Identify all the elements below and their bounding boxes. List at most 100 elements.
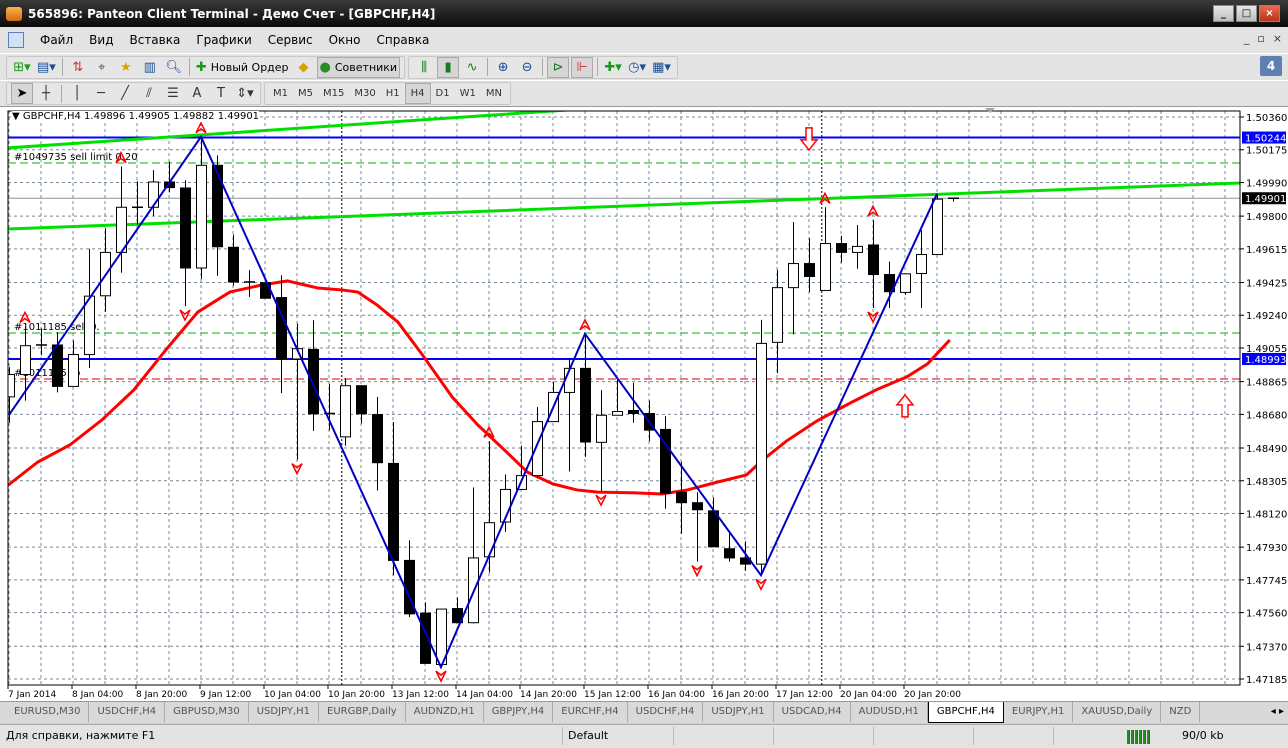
templates-icon[interactable]: ▦▾ <box>650 57 673 78</box>
chart-tab[interactable]: EURUSD,M30 <box>6 702 90 722</box>
crosshair-icon[interactable]: ┼ <box>35 83 57 104</box>
timeframe-m5[interactable]: M5 <box>293 83 318 104</box>
menu-window[interactable]: Окно <box>321 33 369 47</box>
timeframe-m1[interactable]: M1 <box>268 83 293 104</box>
price-axis-label: 1.47930 <box>1246 543 1287 554</box>
zoom-in-icon[interactable]: ⊕ <box>492 57 514 78</box>
time-axis-label: 16 Jan 20:00 <box>712 690 769 700</box>
candle-bear <box>580 367 591 443</box>
trendline-icon[interactable]: ╱ <box>114 83 136 104</box>
line-chart-icon[interactable]: ∿ <box>461 57 483 78</box>
chart-tab[interactable]: EURGBP,Daily <box>319 702 406 722</box>
time-axis-label: 8 Jan 04:00 <box>72 690 124 700</box>
status-profile: Default <box>568 729 609 742</box>
fibonacci-icon[interactable]: ☰ <box>162 83 184 104</box>
experts-button[interactable]: ● Советники <box>316 56 401 78</box>
menu-insert[interactable]: Вставка <box>121 33 188 47</box>
new-order-button[interactable]: ✚ Новый Ордер <box>194 57 291 78</box>
price-axis-label: 1.50360 <box>1246 113 1287 124</box>
data-window-icon[interactable]: ⌖ <box>91 57 113 78</box>
auto-scroll-icon[interactable]: ⊳ <box>547 56 570 78</box>
mdi-close-button[interactable]: × <box>1273 32 1282 45</box>
indicators-icon[interactable]: ✚▾ <box>602 57 624 78</box>
status-divider <box>1053 727 1054 745</box>
vertical-line-icon[interactable]: │ <box>66 83 88 104</box>
time-axis-label: 13 Jan 12:00 <box>392 690 449 700</box>
chart-tab[interactable]: NZD <box>1161 702 1201 722</box>
price-axis-label: 1.47745 <box>1246 576 1287 587</box>
mdi-restore-button[interactable]: ▫ <box>1257 32 1264 45</box>
strategy-tester-icon[interactable]: 🔍︎ <box>163 57 185 78</box>
menu-tools[interactable]: Сервис <box>260 33 321 47</box>
terminal-icon[interactable]: ▥ <box>139 57 161 78</box>
timeframe-mn[interactable]: MN <box>481 83 507 104</box>
mdi-minimize-button[interactable]: _ <box>1244 32 1250 45</box>
tab-scroll-arrows[interactable]: ◂ ▸ <box>1271 706 1284 717</box>
experts-label: Советники <box>334 60 398 74</box>
chart-window[interactable]: #1049735 sell limit 0.20 #1011185 sell 0.… <box>0 107 1288 701</box>
menu-view[interactable]: Вид <box>81 33 121 47</box>
menu-help[interactable]: Справка <box>369 33 438 47</box>
collapse-triangle-icon[interactable]: ▼ <box>12 111 20 122</box>
separator <box>542 58 544 76</box>
chart-window-icon[interactable] <box>8 32 24 48</box>
chart-tab[interactable]: USDCHF,H4 <box>628 702 704 722</box>
close-button[interactable]: × <box>1259 5 1280 22</box>
chart-tab[interactable]: USDJPY,H1 <box>249 702 320 722</box>
candle-bull <box>772 287 783 343</box>
time-axis-label: 20 Jan 20:00 <box>904 690 961 700</box>
text-label-icon[interactable]: T <box>210 83 232 104</box>
candle-bull <box>788 263 799 289</box>
notifications-badge[interactable]: 4 <box>1260 56 1282 76</box>
timeframe-m30[interactable]: M30 <box>349 83 380 104</box>
candle-bear <box>836 243 847 253</box>
chart-tab[interactable]: GBPCHF,H4 <box>927 702 1004 723</box>
status-divider <box>873 727 874 745</box>
chart-tab[interactable]: EURJPY,H1 <box>1004 702 1074 722</box>
price-chart[interactable]: #1049735 sell limit 0.20#1011185 sell 0.… <box>0 107 1288 701</box>
timeframe-w1[interactable]: W1 <box>455 83 481 104</box>
candle-bull <box>68 354 79 387</box>
menu-bar: Файл Вид Вставка Графики Сервис Окно Спр… <box>0 27 1288 53</box>
maximize-button[interactable]: □ <box>1236 5 1257 22</box>
chart-tab[interactable]: GBPUSD,M30 <box>165 702 249 722</box>
chart-tab[interactable]: AUDNZD,H1 <box>406 702 484 722</box>
chart-tab[interactable]: AUDUSD,H1 <box>851 702 928 722</box>
new-chart-icon[interactable]: ⊞▾ <box>11 57 33 78</box>
equidistant-channel-icon[interactable]: ⫽ <box>138 83 160 104</box>
timeframe-m15[interactable]: M15 <box>318 83 349 104</box>
time-axis-label: 17 Jan 12:00 <box>776 690 833 700</box>
bar-chart-icon[interactable]: ⫼ <box>413 57 435 78</box>
horizontal-line-icon[interactable]: ─ <box>90 83 112 104</box>
menu-charts[interactable]: Графики <box>188 33 259 47</box>
arrows-icon[interactable]: ⇕▾ <box>234 83 256 104</box>
price-axis-label: 1.48120 <box>1246 509 1287 520</box>
periods-clock-icon[interactable]: ◷▾ <box>626 57 648 78</box>
zoom-out-icon[interactable]: ⊖ <box>516 57 538 78</box>
chart-tab[interactable]: USDJPY,H1 <box>703 702 774 722</box>
candlestick-chart-icon[interactable]: ▮ <box>437 56 460 78</box>
hline-price-tag: 1.48993 <box>1245 355 1286 366</box>
navigator-icon[interactable]: ★ <box>115 57 137 78</box>
chart-tab[interactable]: XAUUSD,Daily <box>1073 702 1162 722</box>
text-icon[interactable]: A <box>186 83 208 104</box>
cursor-icon[interactable]: ➤ <box>11 83 33 104</box>
chart-tab[interactable]: GBPJPY,H4 <box>484 702 554 722</box>
profiles-icon[interactable]: ▤▾ <box>35 57 58 78</box>
timeframe-h1[interactable]: H1 <box>381 83 405 104</box>
time-axis-label: 7 Jan 2014 <box>8 690 56 700</box>
timeframe-d1[interactable]: D1 <box>431 83 455 104</box>
candle-bear <box>388 462 399 561</box>
new-order-icon: ✚ <box>195 59 207 75</box>
chart-tab[interactable]: USDCHF,H4 <box>89 702 166 722</box>
minimize-button[interactable]: _ <box>1213 5 1234 22</box>
chart-shift-icon[interactable]: ⊩ <box>571 56 594 78</box>
chart-tab[interactable]: EURCHF,H4 <box>553 702 628 722</box>
time-axis-label: 10 Jan 20:00 <box>328 690 385 700</box>
chart-tab[interactable]: USDCAD,H4 <box>774 702 851 722</box>
timeframe-h4[interactable]: H4 <box>404 83 431 104</box>
market-watch-icon[interactable]: ⇅ <box>67 57 89 78</box>
app-icon <box>6 6 22 21</box>
warning-icon[interactable]: ◆ <box>293 57 315 78</box>
menu-file[interactable]: Файл <box>32 33 81 47</box>
